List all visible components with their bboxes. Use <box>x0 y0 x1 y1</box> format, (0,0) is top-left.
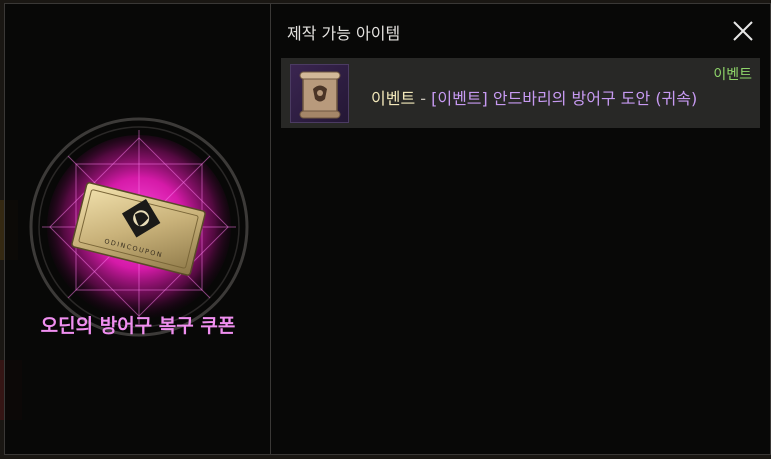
panel-title: 제작 가능 아이템 <box>287 24 401 43</box>
item-name: [이벤트] 안드바리의 방어구 도안 (귀속) <box>431 89 698 108</box>
close-button[interactable] <box>730 18 756 44</box>
coupon-info-pane: ODINCOUPON 오딘의 방어구 복구 쿠폰 <box>5 4 271 454</box>
coupon-emblem: ODINCOUPON <box>29 117 249 337</box>
item-separator: - <box>415 89 432 108</box>
crafting-item-window: ODINCOUPON 오딘의 방어구 복구 쿠폰 제작 가능 아이템 이벤트 이… <box>4 3 771 455</box>
item-category-tag: 이벤트 <box>713 67 752 83</box>
item-title: 이벤트 - [이벤트] 안드바리의 방어구 도안 (귀속) <box>371 85 697 109</box>
craftable-items-pane: 제작 가능 아이템 이벤트 이벤트 - [이벤트] 안드바리의 방어구 도안 (… <box>271 4 770 454</box>
close-icon <box>733 21 753 41</box>
coupon-name: 오딘의 방어구 복구 쿠폰 <box>40 315 236 337</box>
scroll-blueprint-icon <box>290 64 349 123</box>
item-category-label: 이벤트 <box>371 89 416 108</box>
craftable-item-row[interactable]: 이벤트 이벤트 - [이벤트] 안드바리의 방어구 도안 (귀속) <box>281 58 760 128</box>
